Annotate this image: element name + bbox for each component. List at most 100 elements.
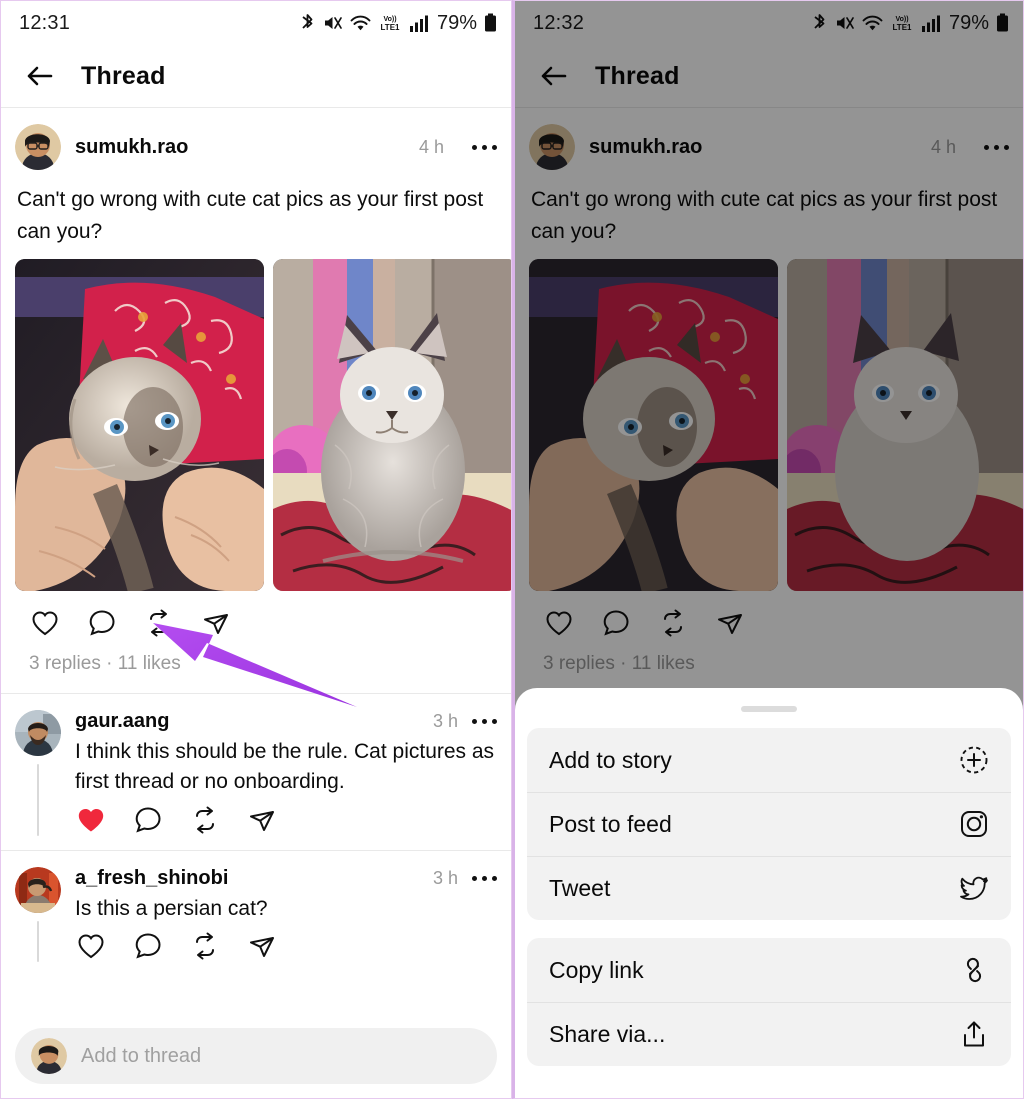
post-media-row: [15, 259, 511, 591]
sheet-item-copy-link[interactable]: Copy link: [527, 938, 1011, 1002]
post-header: sumukh.rao 4 h: [529, 124, 1009, 170]
avatar: [31, 1038, 67, 1074]
status-bar: 12:32 Vo)) LTE1 79%: [515, 1, 1023, 45]
bluetooth-icon: [811, 12, 828, 34]
like-button-filled[interactable]: [75, 804, 107, 836]
share-bottom-sheet: Add to story Post to feed Tweet Copy lin…: [515, 688, 1023, 1098]
battery-icon: [996, 13, 1009, 33]
bluetooth-icon: [299, 12, 316, 34]
sheet-item-label: Copy link: [549, 956, 644, 983]
post-image-1: [529, 259, 778, 591]
status-bar: 12:31 Vo)) LTE1 79%: [1, 1, 511, 45]
post-image-2: [787, 259, 1023, 591]
reply-username[interactable]: a_fresh_shinobi: [75, 867, 433, 890]
post-text: Can't go wrong with cute cat pics as you…: [531, 188, 998, 243]
status-icon-group: Vo)) LTE1 79%: [299, 12, 497, 35]
signal-icon: [409, 14, 429, 33]
more-options-icon[interactable]: [472, 144, 497, 150]
reply-actions: [75, 924, 497, 962]
like-button[interactable]: [75, 930, 107, 962]
post-meta[interactable]: 3 replies · 11 likes: [15, 643, 497, 693]
post-image-1[interactable]: [15, 259, 264, 591]
composer-container: Add to thread: [1, 1028, 511, 1084]
post-actions: [529, 591, 1009, 643]
post-header: sumukh.rao 4 h: [15, 124, 497, 170]
sheet-drag-handle[interactable]: [741, 706, 797, 712]
add-to-thread-input[interactable]: Add to thread: [15, 1028, 497, 1084]
sheet-item-label: Add to story: [549, 746, 672, 773]
avatar[interactable]: [15, 866, 61, 913]
more-options-icon[interactable]: [472, 719, 497, 724]
sheet-item-share-via[interactable]: Share via...: [527, 1002, 1011, 1066]
reply-timestamp: 3 h: [432, 867, 458, 888]
sheet-item-label: Post to feed: [549, 810, 672, 837]
sheet-item-add-to-story[interactable]: Add to story: [527, 728, 1011, 792]
wifi-icon: [350, 14, 371, 33]
volte-icon: Vo)) LTE1: [890, 13, 914, 33]
comment-button[interactable]: [132, 804, 164, 836]
repost-button[interactable]: [143, 607, 175, 639]
avatar[interactable]: [15, 710, 61, 756]
post-text: Can't go wrong with cute cat pics as you…: [17, 188, 484, 243]
share-button[interactable]: [246, 930, 278, 962]
repost-button: [657, 607, 689, 639]
like-button: [543, 607, 575, 639]
composer-placeholder: Add to thread: [81, 1044, 202, 1067]
like-button[interactable]: [29, 607, 61, 639]
svg-text:Vo)): Vo)): [895, 16, 908, 23]
more-options-icon[interactable]: [472, 875, 497, 881]
volte-icon: Vo)) LTE1: [378, 13, 402, 33]
status-time: 12:32: [533, 11, 585, 34]
share-button: [714, 607, 746, 639]
post-timestamp: 4 h: [930, 136, 956, 157]
comment-button: [600, 607, 632, 639]
svg-text:Vo)): Vo)): [383, 16, 396, 23]
app-bar: Thread: [1, 45, 511, 107]
share-group-primary: Add to story Post to feed Tweet: [527, 728, 1011, 920]
share-button[interactable]: [200, 607, 232, 639]
share-group-secondary: Copy link Share via...: [527, 938, 1011, 1066]
avatar: [529, 124, 575, 170]
twitter-icon: [959, 873, 989, 903]
status-time: 12:31: [19, 11, 71, 34]
back-arrow-icon[interactable]: [539, 61, 569, 91]
reply-actions: [75, 798, 497, 836]
reply-header: a_fresh_shinobi 3 h: [75, 867, 497, 890]
thread-connector: [37, 920, 39, 963]
back-arrow-icon[interactable]: [25, 61, 55, 91]
repost-button[interactable]: [189, 930, 221, 962]
wifi-icon: [862, 14, 883, 33]
sheet-item-post-to-feed[interactable]: Post to feed: [527, 792, 1011, 856]
status-icon-group: Vo)) LTE1 79%: [811, 12, 1009, 35]
reply-item: a_fresh_shinobi 3 h Is this a persian ca…: [1, 851, 511, 976]
root-post: sumukh.rao 4 h Can't go wrong with cute …: [1, 108, 511, 693]
mute-icon: [323, 13, 343, 33]
repost-button[interactable]: [189, 804, 221, 836]
thread-connector: [37, 764, 39, 836]
page-title: Thread: [595, 61, 680, 90]
reply-header: gaur.aang 3 h: [75, 710, 497, 733]
svg-text:LTE1: LTE1: [892, 23, 912, 32]
reply-avatar-column: [15, 710, 61, 836]
share-upload-icon: [959, 1019, 989, 1049]
link-icon: [959, 955, 989, 985]
add-to-story-icon: [959, 745, 989, 775]
battery-icon: [484, 13, 497, 33]
mute-icon: [835, 13, 855, 33]
reply-content: a_fresh_shinobi 3 h Is this a persian ca…: [75, 867, 497, 962]
instagram-icon: [959, 809, 989, 839]
reply-timestamp: 3 h: [432, 711, 458, 731]
battery-percent-label: 79%: [436, 11, 477, 34]
avatar[interactable]: [15, 124, 61, 170]
more-options-icon: [984, 144, 1009, 150]
reply-username[interactable]: gaur.aang: [75, 710, 433, 733]
right-phone-panel: 12:32 Vo)) LTE1 79% Thread sumukh.rao 4 …: [512, 0, 1024, 1099]
sheet-item-tweet[interactable]: Tweet: [527, 856, 1011, 920]
battery-percent-label: 79%: [948, 11, 989, 34]
post-username[interactable]: sumukh.rao: [75, 136, 405, 159]
screenshot-root: 12:31 Vo)) LTE1 79% Thread sumukh.rao 4 …: [0, 0, 1024, 1099]
comment-button[interactable]: [86, 607, 118, 639]
comment-button[interactable]: [132, 930, 164, 962]
share-button[interactable]: [246, 804, 278, 836]
post-image-2[interactable]: [273, 259, 511, 591]
